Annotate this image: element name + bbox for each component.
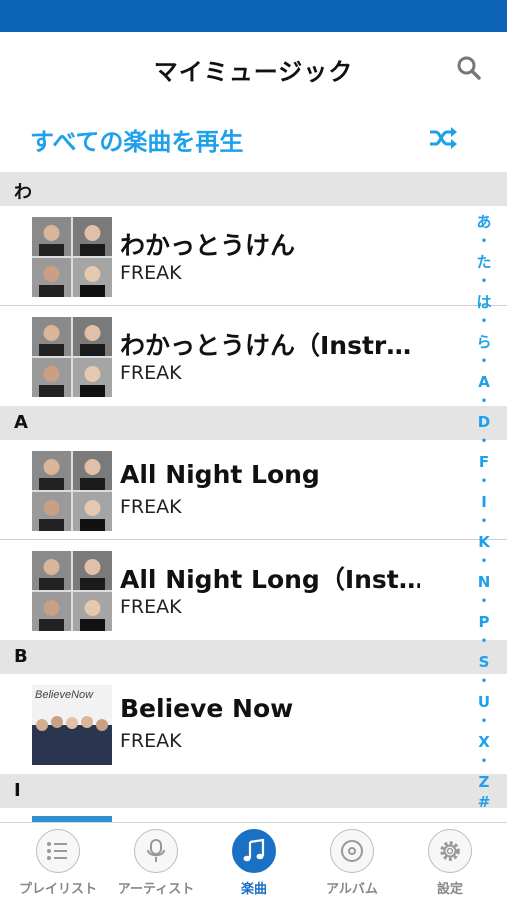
song-artist: FREAK (120, 730, 182, 752)
index-letter[interactable]: A (475, 372, 493, 392)
index-letter[interactable]: P (475, 612, 493, 632)
song-list: わ わかっとうけん FREAK わかっとうけん（Instr… FREAK A A… (0, 172, 507, 828)
song-artist: FREAK (120, 596, 182, 618)
index-letter[interactable]: • (475, 232, 493, 252)
section-header: A (0, 406, 507, 440)
section-index-bar[interactable]: あ • た • は • ら • A • D • F • I • K • N • P • S • U • X • Z # (475, 212, 493, 812)
tab-playlist[interactable]: プレイリスト (8, 829, 108, 899)
tab-bar: プレイリスト アーティスト 楽曲 アルバム 設定 (0, 822, 507, 901)
index-letter[interactable]: • (475, 352, 493, 372)
song-row[interactable]: All Night Long（Inst… FREAK (0, 540, 507, 640)
song-artist: FREAK (120, 496, 182, 518)
index-letter[interactable]: • (475, 272, 493, 292)
section-header: B (0, 640, 507, 674)
gear-icon (440, 841, 460, 861)
song-title: わかっとうけん（Instr… (120, 331, 412, 360)
play-all-row[interactable]: すべての楽曲を再生 (0, 104, 507, 172)
song-row[interactable]: All Night Long FREAK (0, 440, 507, 540)
tab-label: アーティスト (117, 882, 195, 897)
index-letter[interactable]: あ (475, 212, 493, 232)
music-note-icon (243, 838, 265, 862)
tab-label: アルバム (326, 882, 378, 897)
index-letter[interactable]: K (475, 532, 493, 552)
playlist-icon (47, 842, 67, 860)
index-letter[interactable]: N (475, 572, 493, 592)
status-bar (0, 0, 507, 32)
index-letter[interactable]: • (475, 312, 493, 332)
index-letter[interactable]: S (475, 652, 493, 672)
album-artwork: BelieveNow (32, 685, 112, 765)
song-artist: FREAK (120, 362, 182, 384)
song-title: All Night Long (120, 460, 320, 489)
index-letter[interactable]: は (475, 292, 493, 312)
tab-label: 楽曲 (240, 882, 267, 897)
song-artist: FREAK (120, 262, 182, 284)
index-letter[interactable]: • (475, 472, 493, 492)
search-icon[interactable] (455, 54, 483, 82)
index-letter[interactable]: • (475, 632, 493, 652)
tab-label: プレイリスト (18, 882, 97, 897)
tab-album[interactable]: アルバム (302, 829, 402, 899)
header: マイミュージック (0, 32, 507, 104)
shuffle-icon[interactable] (427, 124, 459, 152)
index-letter[interactable]: D (475, 412, 493, 432)
song-row[interactable]: わかっとうけん FREAK (0, 206, 507, 306)
play-all-button[interactable]: すべての楽曲を再生 (30, 122, 243, 157)
tab-artist[interactable]: アーティスト (106, 829, 206, 899)
song-title: Believe Now (120, 694, 294, 723)
section-header: I (0, 774, 507, 808)
index-letter[interactable]: X (475, 732, 493, 752)
index-letter[interactable]: Z (475, 772, 493, 792)
index-letter[interactable]: # (475, 792, 493, 812)
album-artwork (32, 317, 112, 397)
index-letter[interactable]: • (475, 512, 493, 532)
tab-settings[interactable]: 設定 (400, 829, 500, 899)
index-letter[interactable]: U (475, 692, 493, 712)
index-letter[interactable]: • (475, 752, 493, 772)
song-title: All Night Long（Inst… (120, 565, 420, 594)
song-row[interactable]: わかっとうけん（Instr… FREAK (0, 306, 507, 406)
page-title: マイミュージック (153, 58, 354, 86)
album-artwork (32, 217, 112, 297)
album-artwork (32, 451, 112, 531)
section-header: わ (0, 172, 507, 206)
tab-songs[interactable]: 楽曲 (204, 829, 304, 899)
index-letter[interactable]: • (475, 392, 493, 412)
index-letter[interactable]: た (475, 252, 493, 272)
index-letter[interactable]: • (475, 672, 493, 692)
index-letter[interactable]: • (475, 432, 493, 452)
index-letter[interactable]: • (475, 712, 493, 732)
disc-icon (341, 840, 363, 862)
song-row[interactable]: BelieveNow Believe Now FREAK (0, 674, 507, 774)
album-art-title: BelieveNow (35, 689, 94, 701)
index-letter[interactable]: • (475, 552, 493, 572)
album-artwork (32, 551, 112, 631)
tab-label: 設定 (436, 882, 463, 897)
index-letter[interactable]: I (475, 492, 493, 512)
index-letter[interactable]: • (475, 592, 493, 612)
microphone-icon (147, 839, 165, 862)
index-letter[interactable]: F (475, 452, 493, 472)
song-title: わかっとうけん (120, 231, 296, 260)
index-letter[interactable]: ら (475, 332, 493, 352)
